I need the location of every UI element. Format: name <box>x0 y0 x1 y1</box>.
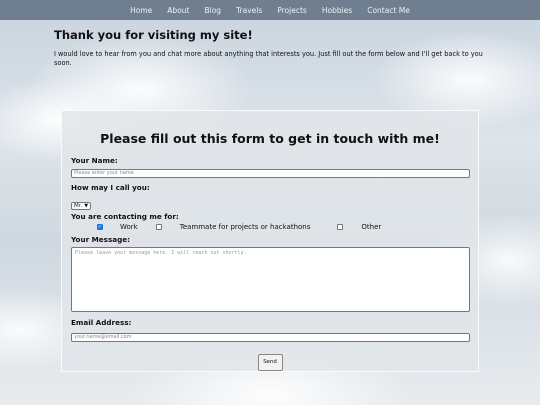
teammate-option-label: Teammate for projects or hackathons <box>179 223 311 231</box>
nav-blog-link[interactable]: Blog <box>204 6 221 15</box>
name-label: Your Name: <box>71 156 118 165</box>
work-checkbox[interactable]: ✓ <box>97 224 103 230</box>
contact-form: Please fill out this form to get in touc… <box>61 110 479 372</box>
send-button[interactable]: Send <box>257 354 283 371</box>
call-label: How may I call you: <box>71 183 150 192</box>
send-wrap: Send <box>71 348 469 371</box>
nav-travels-link[interactable]: Travels <box>236 6 262 15</box>
contact-reason-options: ✓ Work Teammate for projects or hackatho… <box>97 221 469 233</box>
other-option-label: Other <box>361 223 382 231</box>
top-navbar: Home About Blog Travels Projects Hobbies… <box>0 0 540 20</box>
salutation-select[interactable]: Mr. ▼ <box>71 202 91 210</box>
intro-text: I would love to hear from you and chat m… <box>54 50 483 67</box>
email-input[interactable]: your.name@email.com <box>71 333 470 342</box>
message-textarea[interactable]: Please leave your message here. I will r… <box>71 247 470 312</box>
message-label: Your Message: <box>71 235 130 244</box>
nav-projects-link[interactable]: Projects <box>277 6 307 15</box>
page-heading: Thank you for visiting my site! <box>54 28 253 42</box>
name-input[interactable]: Please enter your name <box>71 169 470 178</box>
nav-about-link[interactable]: About <box>167 6 189 15</box>
other-checkbox[interactable] <box>337 224 344 230</box>
nav-hobbies-link[interactable]: Hobbies <box>322 6 352 15</box>
email-label: Email Address: <box>71 318 132 327</box>
work-option-label: Work <box>120 223 138 231</box>
chevron-down-icon: ▼ <box>84 203 89 209</box>
nav-contact-link[interactable]: Contact Me <box>367 6 410 15</box>
salutation-value: Mr. <box>74 203 83 209</box>
teammate-checkbox[interactable] <box>155 224 162 230</box>
contact-reason-label: You are contacting me for: <box>71 212 179 221</box>
form-title: Please fill out this form to get in touc… <box>100 131 440 146</box>
intro-section: Thank you for visiting my site! I would … <box>54 28 494 68</box>
nav-home-link[interactable]: Home <box>130 6 152 15</box>
